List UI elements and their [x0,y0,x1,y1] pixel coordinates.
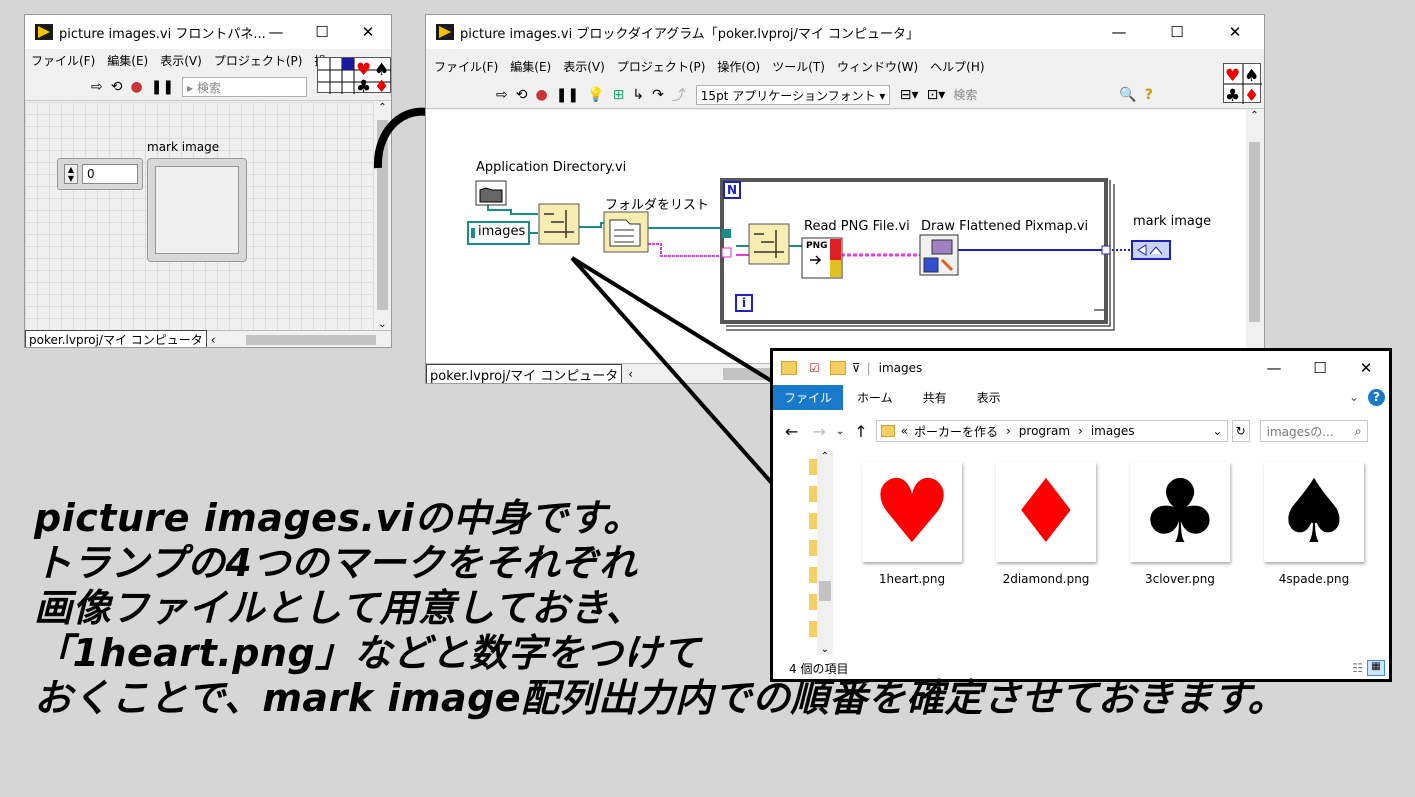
breadcrumb-overflow[interactable]: « [901,424,908,438]
breadcrumb-images[interactable]: images [1091,424,1135,438]
ribbon-expand-icon[interactable]: ⌄ [1349,390,1359,404]
caption-line-1: picture images.viの中身です。 [34,496,642,540]
forward-icon[interactable]: → [812,422,825,441]
maximize-button[interactable]: ☐ [1297,351,1343,385]
address-bar[interactable]: « ポーカーを作る › program › images ⌄ [875,420,1228,442]
tab-file[interactable]: ファイル [773,384,844,410]
search-input[interactable]: imagesの... ⌕ [1259,420,1368,442]
folder-icon [781,361,797,375]
address-dropdown-icon[interactable]: ⌄ [1213,424,1223,438]
tab-view[interactable]: 表示 [977,389,1001,406]
minimize-button[interactable]: — [1251,351,1297,385]
caption-line-2: トランプの4つのマークをそれぞれ [34,541,638,585]
tab-home[interactable]: ホーム [857,389,893,406]
new-folder-icon[interactable] [829,361,846,375]
folder-icon [880,425,895,437]
caption-text: picture images.viの中身です。 トランプの4つのマークをそれぞれ… [34,496,1394,721]
back-icon[interactable]: ← [785,422,798,441]
caption-line-4: 「1heart.png」などと数字をつけて [34,631,701,675]
refresh-icon[interactable]: ↻ [1231,420,1250,442]
properties-icon[interactable]: ☑ [809,361,820,375]
caption-line-3: 画像ファイルとして用意しておき、 [34,586,644,630]
explorer-titlebar[interactable]: ☑ ⊽ | images — ☐ ✕ [773,351,1389,385]
up-icon[interactable]: ↑ [854,422,867,441]
search-icon: ⌕ [1354,423,1362,438]
close-button[interactable]: ✕ [1343,351,1389,385]
address-row: ← → ⌄ ↑ « ポーカーを作る › program › images ⌄ ↻… [773,417,1389,445]
tab-share[interactable]: 共有 [923,389,947,406]
ribbon-tabs: ファイル ホーム 共有 表示 ⌄ ? [773,384,1389,410]
caption-line-5: おくことで、mark image配列出力内での順番を確定させておきます。 [34,676,1287,720]
recent-icon[interactable]: ⌄ [836,426,844,437]
explorer-title: images [878,361,923,375]
breadcrumb-poker[interactable]: ポーカーを作る [914,423,998,440]
help-icon[interactable]: ? [1368,388,1385,406]
qat-dropdown-icon[interactable]: ⊽ [852,361,861,375]
breadcrumb-program[interactable]: program [1019,424,1070,438]
